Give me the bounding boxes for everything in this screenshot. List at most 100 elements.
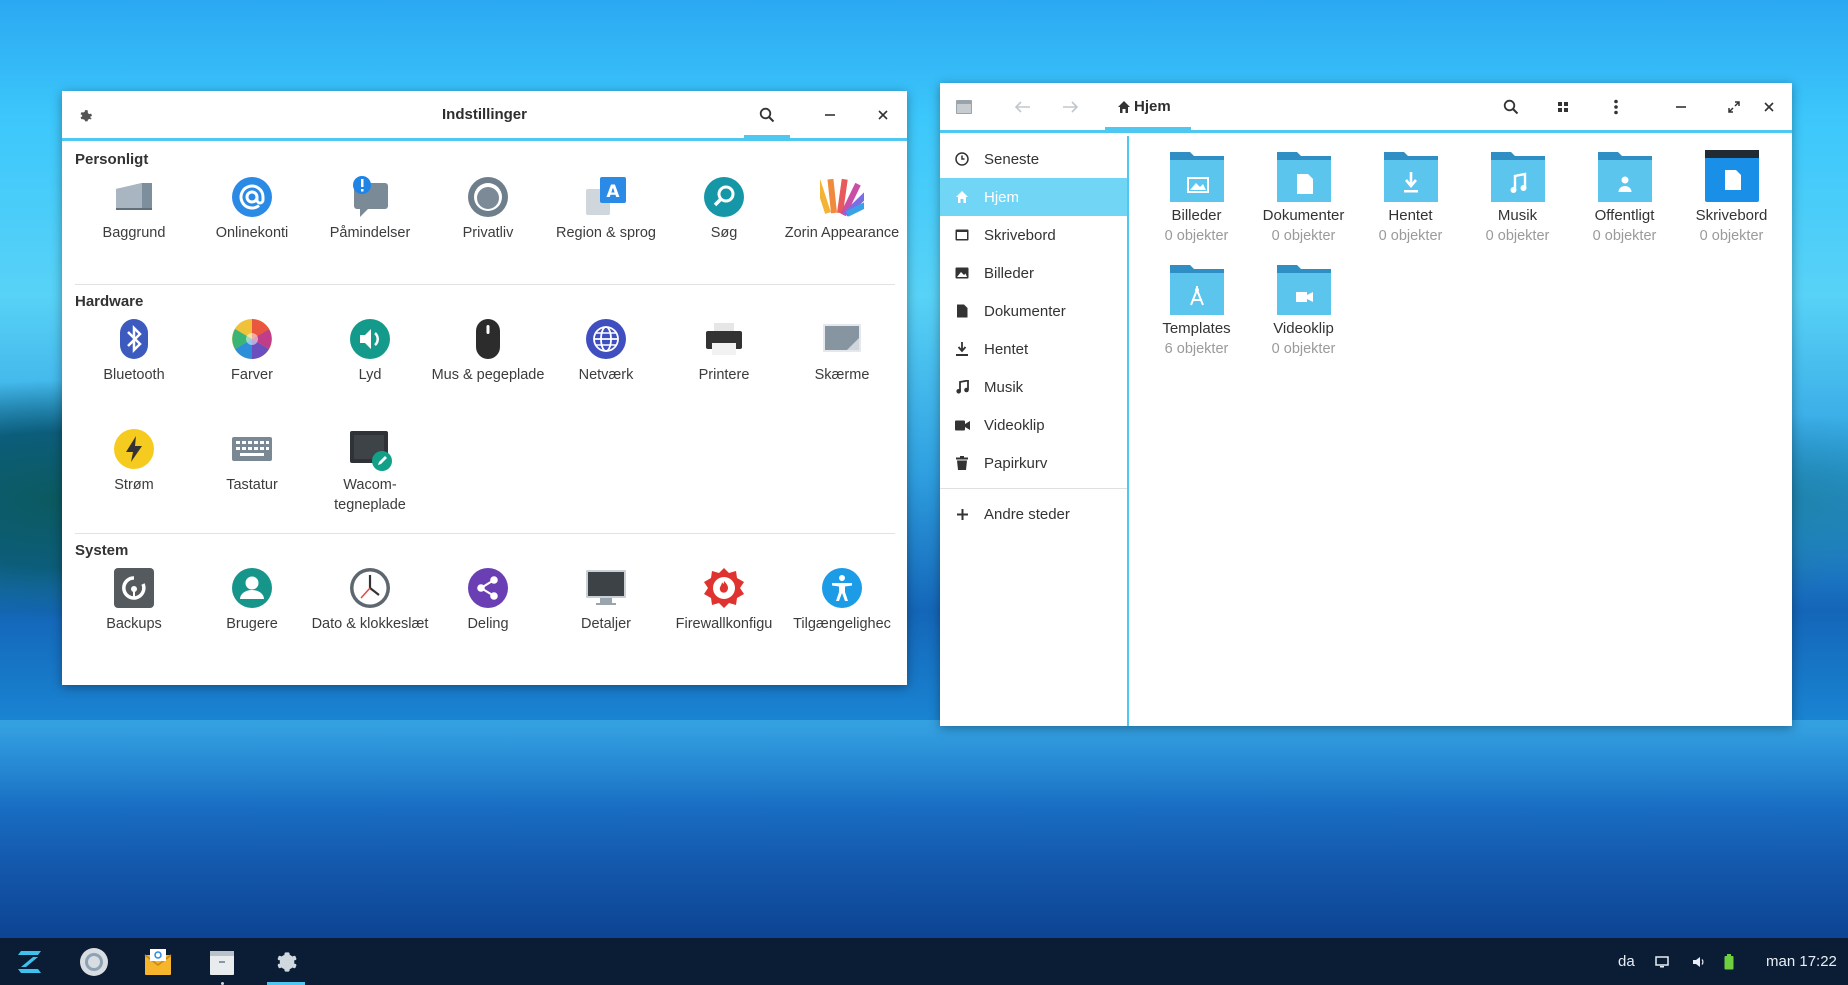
folder-item[interactable]: Templates 6 objekter [1143,261,1250,374]
sidebar-item-pictures[interactable]: Billeder [940,254,1127,292]
sidebar-item-label: Andre steder [984,505,1070,523]
path-bar-home[interactable]: Hjem [1105,83,1183,130]
folder-item[interactable]: Videoklip 0 objekter [1250,261,1357,374]
files-window: Hjem Seneste Hjem Skrivebord Billeder Do… [940,83,1792,726]
sidebar-item-downloads[interactable]: Hentet [940,330,1127,368]
panel-backups[interactable]: Backups [75,562,193,634]
panel-bluetooth[interactable]: Bluetooth [75,313,193,423]
browser-icon [80,947,108,976]
firewall-icon [702,566,746,610]
forward-button[interactable] [1047,83,1093,130]
folder-name: Dokumenter [1262,207,1345,224]
folder-name: Templates [1162,320,1231,337]
files-close-button[interactable] [1746,83,1792,130]
places-sidebar: Seneste Hjem Skrivebord Billeder Dokumen… [940,136,1129,726]
taskbar: da man 17:22 [0,938,1848,985]
tray-battery[interactable] [1713,938,1745,985]
panel-label: Strøm [114,477,154,493]
panel-sound[interactable]: Lyd [311,313,429,423]
sidebar-item-trash[interactable]: Papirkurv [940,444,1127,482]
sidebar-item-videos[interactable]: Videoklip [940,406,1127,444]
menu-button[interactable] [1593,83,1639,130]
panel-users[interactable]: Brugere [193,562,311,634]
panel-label: Tilgængelighec [793,616,891,632]
panel-mouse-touchpad[interactable]: Mus & pegeplade [429,313,547,423]
settings-close-button[interactable] [860,91,906,138]
taskbar-files[interactable] [197,938,247,985]
templates-folder-icon [1169,265,1224,315]
folder-name: Skrivebord [1695,207,1768,224]
pictures-folder-icon [1169,152,1224,202]
display-icon [820,317,864,361]
taskbar-browser[interactable] [69,938,119,985]
sidebar-item-documents[interactable]: Dokumenter [940,292,1127,330]
grid-view-icon [1558,101,1568,112]
tray-display[interactable] [1646,938,1678,985]
panel-label: Påmindelser [329,225,411,241]
sidebar-item-label: Dokumenter [984,302,1066,320]
battery-icon [1724,953,1734,969]
folder-item[interactable]: Musik 0 objekter [1464,148,1571,261]
panel-notifications[interactable]: Påmindelser [311,171,429,284]
panel-online-accounts[interactable]: Onlinekonti [193,171,311,284]
panel-zorin-appearance[interactable]: Zorin Appearance [783,171,901,284]
panel-accessibility[interactable]: Tilgængelighec [783,562,901,634]
folder-item[interactable]: Offentligt 0 objekter [1571,148,1678,261]
panel-displays[interactable]: Skærme [783,313,901,423]
sidebar-item-label: Papirkurv [984,454,1048,472]
panel-background[interactable]: Baggrund [75,171,193,284]
panel-label: Bluetooth [103,367,165,383]
taskbar-settings[interactable] [261,938,311,985]
bluetooth-icon [112,317,156,361]
file-view: Billeder 0 objekter Dokumenter 0 objekter He… [1131,136,1792,726]
panel-date-time[interactable]: Dato & klokkeslæt [311,562,429,634]
panel-color[interactable]: Farver [193,313,311,423]
sidebar-item-recent[interactable]: Seneste [940,140,1127,178]
taskbar-mail[interactable] [133,938,183,985]
back-button[interactable] [1000,83,1046,130]
panel-sharing[interactable]: Deling [429,562,547,634]
mouse-icon [466,317,510,361]
folder-item[interactable]: Hentet 0 objekter [1357,148,1464,261]
panel-privacy[interactable]: Privatliv [429,171,547,284]
files-search-button[interactable] [1488,83,1534,130]
folder-item[interactable]: Billeder 0 objekter [1143,148,1250,261]
panel-label: Baggrund [102,225,166,241]
clock[interactable]: man 17:22 [1766,938,1837,985]
view-mode-button[interactable] [1540,83,1586,130]
panel-network[interactable]: Netværk [547,313,665,423]
zorin-menu-button[interactable] [5,938,55,985]
speaker-icon [348,317,392,361]
panel-power[interactable]: Strøm [75,423,193,533]
tray-volume[interactable] [1683,938,1715,985]
files-minimize-button[interactable] [1658,83,1704,130]
panel-label: Dato & klokkeslæt [311,616,429,632]
sidebar-toggle-button[interactable] [940,83,988,130]
music-note-icon [954,379,970,395]
folder-item[interactable]: Dokumenter 0 objekter [1250,148,1357,261]
keyboard-layout-indicator[interactable]: da [1618,938,1635,985]
panel-label: Detaljer [581,616,631,632]
settings-minimize-button[interactable] [807,91,853,138]
panel-label: Deling [467,616,509,632]
user-icon [230,566,274,610]
folder-item[interactable]: Skrivebord 0 objekter [1678,148,1785,261]
desktop-wallpaper-lake [0,720,1848,940]
notification-icon [348,175,392,219]
panel-firewall[interactable]: Firewallkonfigu [665,562,783,634]
panel-details[interactable]: Detaljer [547,562,665,634]
panel-keyboard[interactable]: Tastatur [193,423,311,533]
panel-wacom[interactable]: Wacom-tegneplade [311,423,429,533]
sidebar-item-desktop[interactable]: Skrivebord [940,216,1127,254]
svg-text:A: A [606,182,620,202]
color-swatch-icon [814,175,876,219]
sidebar-item-music[interactable]: Musik [940,368,1127,406]
panel-region-language[interactable]: A Region & sprog [547,171,665,284]
panel-label: Skærme [814,367,870,383]
sidebar-item-other-locations[interactable]: Andre steder [940,495,1127,533]
panel-search[interactable]: Søg [665,171,783,284]
sidebar-item-home[interactable]: Hjem [940,178,1127,216]
at-sign-icon [230,175,274,219]
settings-search-button[interactable] [744,91,790,138]
panel-printers[interactable]: Printere [665,313,783,423]
